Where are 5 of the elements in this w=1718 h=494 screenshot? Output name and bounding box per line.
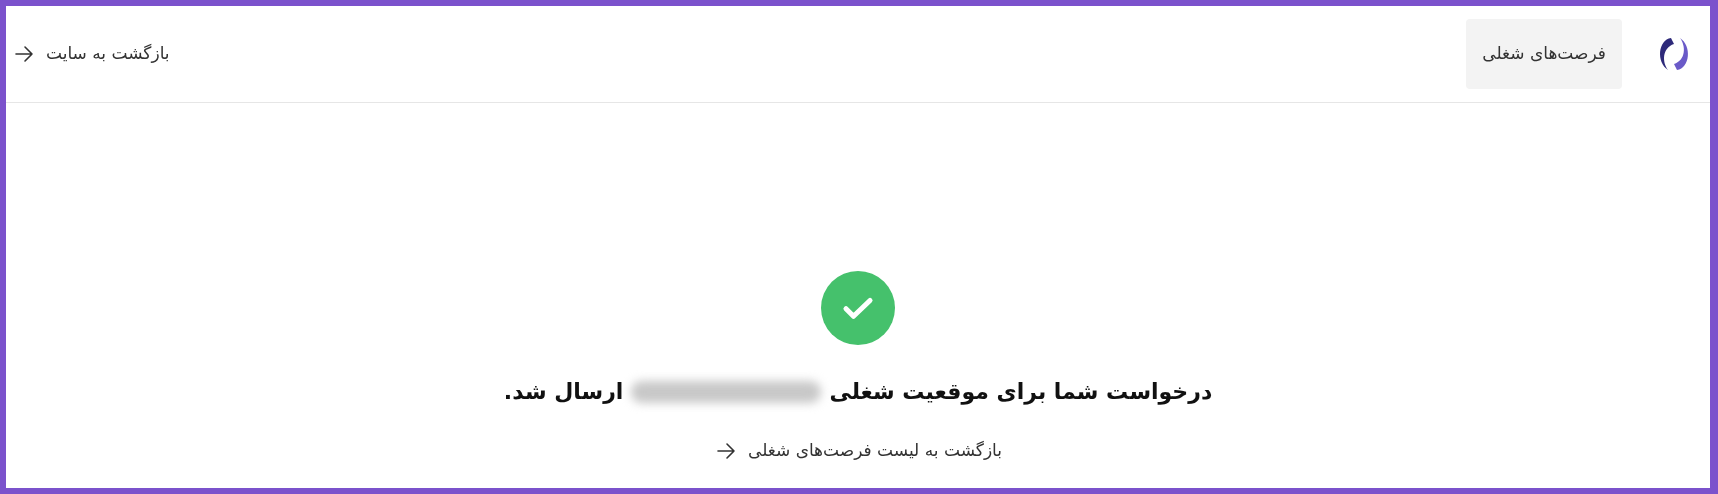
message-text: ارسال شد. (503, 378, 624, 406)
back-to-jobs-link[interactable]: بازگشت به لیست فرصت‌های شغلی (714, 438, 1002, 464)
message-text: درخواست شما برای موقعیت شغلی (829, 378, 1213, 407)
back-to-site-link[interactable]: بازگشت به سایت (12, 41, 170, 67)
nav-button[interactable]: فرصت‌های شغلی (1466, 19, 1622, 89)
